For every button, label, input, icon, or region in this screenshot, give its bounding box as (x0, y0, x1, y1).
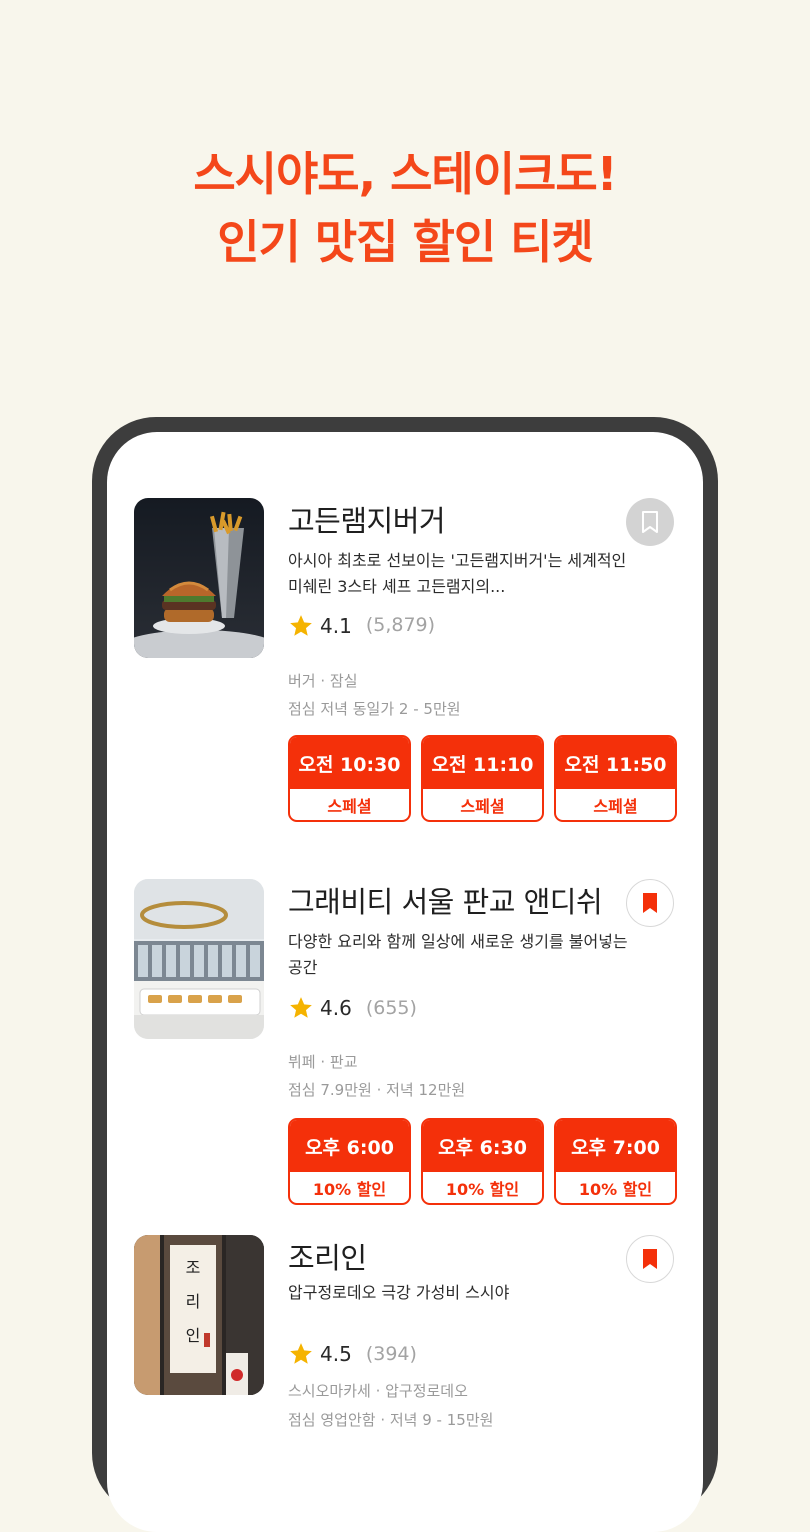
slot-tag: 스페셜 (593, 796, 638, 816)
bookmark-button[interactable] (626, 498, 674, 546)
phone-frame: 고든램지버거 아시아 최초로 선보이는 '고든램지버거'는 세계적인 미쉐린 3… (92, 417, 718, 1532)
slot-time: 오전 11:50 (556, 737, 675, 789)
bookmark-button[interactable] (626, 1235, 674, 1283)
bookmark-button[interactable] (626, 879, 674, 927)
time-slot-button[interactable]: 오후 7:00 10% 할인 (554, 1118, 677, 1205)
restaurant-description: 압구정로데오 극강 가성비 스시야 (288, 1283, 510, 1302)
burger-photo (134, 498, 264, 658)
rating-score: 4.5 (320, 1342, 352, 1366)
time-slots: 오전 10:30 스페셜 오전 11:10 스페셜 오전 11:50 스페셜 (288, 735, 677, 822)
restaurant-name[interactable]: 조리인 (288, 1235, 367, 1277)
time-slot-button[interactable]: 오후 6:00 10% 할인 (288, 1118, 411, 1205)
star-icon (290, 997, 312, 1018)
time-slot-button[interactable]: 오후 6:30 10% 할인 (421, 1118, 544, 1205)
restaurant-photo[interactable]: 조 리 인 (134, 1235, 264, 1395)
rating-score: 4.6 (320, 996, 352, 1020)
review-count: (655) (365, 997, 417, 1019)
headline-line-1: 스시야도, 스테이크도! (193, 147, 617, 201)
restaurant-photo[interactable] (134, 879, 264, 1039)
restaurant-name[interactable]: 고든램지버거 (288, 498, 446, 540)
time-slot-button[interactable]: 오전 11:50 스페셜 (554, 735, 677, 822)
buffet-photo (134, 879, 264, 1039)
time-slot-button[interactable]: 오전 10:30 스페셜 (288, 735, 411, 822)
rating: 4.1 (5,879) (288, 613, 436, 639)
restaurant-category: 스시오마카세 · 압구정로데오 (288, 1382, 468, 1400)
slot-time: 오전 11:10 (423, 737, 542, 789)
rating-score: 4.1 (320, 614, 352, 638)
time-slot-button[interactable]: 오전 11:10 스페셜 (421, 735, 544, 822)
slot-time: 오전 10:30 (290, 737, 409, 789)
star-icon (290, 615, 312, 636)
sign-char-1: 조 (186, 1258, 201, 1277)
slot-tag: 스페셜 (327, 796, 372, 816)
phone-screen: 고든램지버거 아시아 최초로 선보이는 '고든램지버거'는 세계적인 미쉐린 3… (107, 432, 703, 1532)
price-info: 점심 영업안함 · 저녁 9 - 15만원 (288, 1411, 494, 1429)
bookmark-filled-icon (643, 893, 657, 913)
bookmark-filled-icon (643, 1249, 657, 1269)
slot-tag: 10% 할인 (312, 1179, 387, 1199)
bookmark-outline-icon (642, 511, 658, 533)
promo-headline: 스시야도, 스테이크도! 인기 맛집 할인 티켓 (0, 140, 810, 276)
restaurant-category: 버거 · 잠실 (288, 672, 358, 690)
sign-char-3: 인 (186, 1326, 201, 1345)
review-count: (5,879) (365, 614, 436, 636)
slot-time: 오후 6:30 (423, 1120, 542, 1172)
price-info: 점심 저녁 동일가 2 - 5만원 (288, 700, 461, 718)
restaurant-description: 다양한 요리와 함께 일상에 새로운 생기를 불어넣는 공간 (288, 932, 628, 977)
slot-tag: 10% 할인 (578, 1179, 653, 1199)
price-info: 점심 7.9만원 · 저녁 12만원 (288, 1081, 466, 1099)
restaurant-photo[interactable] (134, 498, 264, 658)
star-icon (290, 1343, 312, 1364)
rating: 4.6 (655) (288, 995, 417, 1021)
slot-time: 오후 6:00 (290, 1120, 409, 1172)
slot-time: 오후 7:00 (556, 1120, 675, 1172)
slot-tag: 스페셜 (460, 796, 505, 816)
time-slots: 오후 6:00 10% 할인 오후 6:30 10% 할인 오후 7:00 10… (288, 1118, 677, 1205)
restaurant-name[interactable]: 그래비티 서울 판교 앤디쉬 (288, 879, 603, 921)
headline-line-2: 인기 맛집 할인 티켓 (217, 215, 594, 269)
slot-tag: 10% 할인 (445, 1179, 520, 1199)
sign-char-2: 리 (186, 1292, 201, 1311)
sushi-restaurant-photo: 조 리 인 (134, 1235, 264, 1395)
restaurant-description: 아시아 최초로 선보이는 '고든램지버거'는 세계적인 미쉐린 3스타 셰프 고… (288, 551, 627, 596)
rating: 4.5 (394) (288, 1341, 417, 1367)
restaurant-category: 뷔페 · 판교 (288, 1053, 358, 1071)
review-count: (394) (365, 1343, 417, 1365)
